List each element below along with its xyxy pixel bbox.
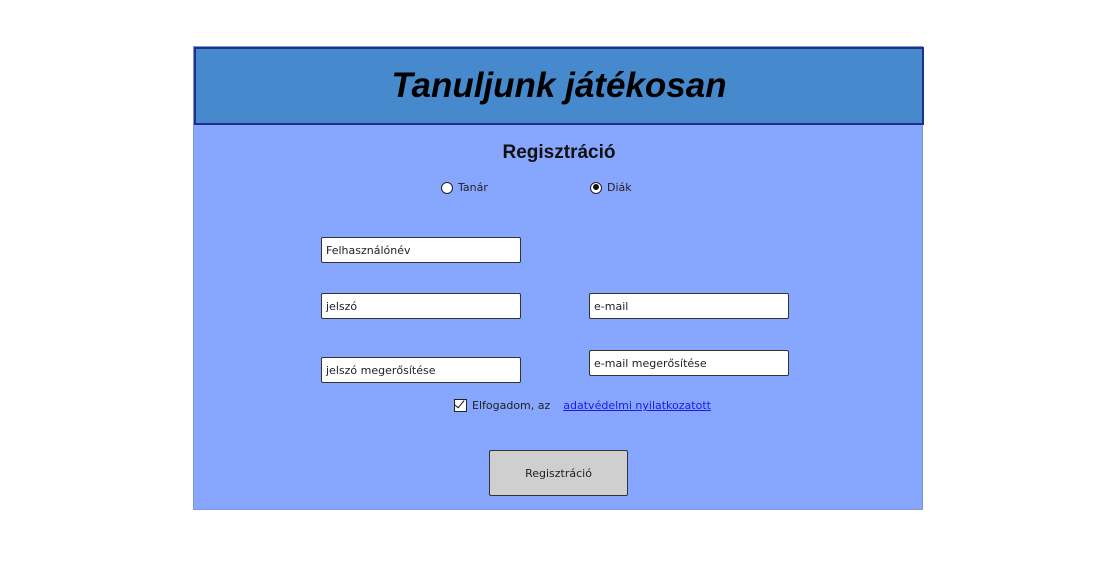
radio-student-icon[interactable] xyxy=(590,181,602,194)
password-field[interactable]: jelszó xyxy=(321,293,521,319)
form-title: Regisztráció xyxy=(502,142,616,163)
email-field[interactable]: e-mail xyxy=(589,293,789,319)
email-confirm-field[interactable]: e-mail megerősítése xyxy=(589,350,789,376)
privacy-policy-link[interactable]: adatvédelmi nyilatkozatott xyxy=(563,399,711,412)
app-header: Tanuljunk játékosan xyxy=(194,47,924,125)
radio-student-label: Diák xyxy=(607,181,632,194)
radio-teacher-label: Tanár xyxy=(458,181,488,194)
consent-checkbox[interactable] xyxy=(454,399,467,412)
app-title: Tanuljunk játékosan xyxy=(391,66,727,105)
consent-row: Elfogadom, az adatvédelmi nyilatkozatott xyxy=(454,399,711,412)
register-button[interactable]: Regisztráció xyxy=(489,450,628,496)
username-field[interactable]: Felhasználónév xyxy=(321,237,521,263)
radio-teacher[interactable]: Tanár xyxy=(441,181,488,194)
radio-student[interactable]: Diák xyxy=(590,181,632,194)
registration-panel: Tanuljunk játékosan Regisztráció Tanár D… xyxy=(193,46,924,510)
radio-teacher-icon[interactable] xyxy=(441,181,453,194)
password-confirm-field[interactable]: jelszó megerősítése xyxy=(321,357,521,383)
consent-text: Elfogadom, az xyxy=(472,399,551,412)
